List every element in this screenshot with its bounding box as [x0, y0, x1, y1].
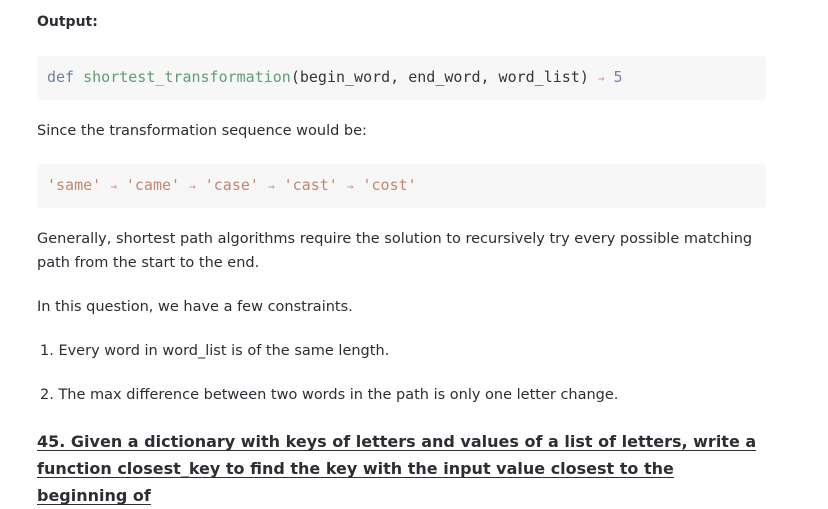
sequence-word: 'cost': [362, 176, 417, 194]
sequence-word: 'cast': [283, 176, 338, 194]
arrow-icon: →: [189, 180, 196, 193]
code-block-word-sequence: 'same' → 'came' → 'case' → 'cast' → 'cos…: [37, 164, 766, 208]
code-block-function-call: def shortest_transformation(begin_word, …: [37, 56, 766, 100]
paragraph-constraints: In this question, we have a few constrai…: [37, 299, 353, 315]
list-item: 1. Every word in word_list is of the sam…: [40, 343, 390, 359]
arrow-icon: →: [110, 180, 117, 193]
code-result: 5: [613, 68, 623, 86]
sequence-word: 'same': [47, 176, 102, 194]
output-label: Output:: [37, 14, 98, 30]
paragraph-shortest-path: Generally, shortest path algorithms requ…: [37, 231, 753, 271]
list-item: 2. The max difference between two words …: [40, 387, 619, 403]
arrow-icon: →: [346, 180, 354, 193]
arrow-icon: →: [597, 72, 605, 85]
code-function-name: shortest_transformation: [83, 68, 291, 86]
sequence-word: 'case': [204, 176, 259, 194]
code-line: def shortest_transformation(begin_word, …: [47, 67, 623, 89]
question-45-heading-link[interactable]: 45. Given a dictionary with keys of lett…: [37, 428, 757, 509]
code-arguments: (begin_word, end_word, word_list): [290, 68, 589, 86]
code-keyword: def: [47, 68, 75, 86]
code-line: 'same' → 'came' → 'case' → 'cast' → 'cos…: [47, 175, 417, 197]
arrow-icon: →: [267, 180, 275, 193]
sequence-word: 'came': [125, 176, 181, 194]
paragraph-transformation-intro: Since the transformation sequence would …: [37, 123, 367, 139]
